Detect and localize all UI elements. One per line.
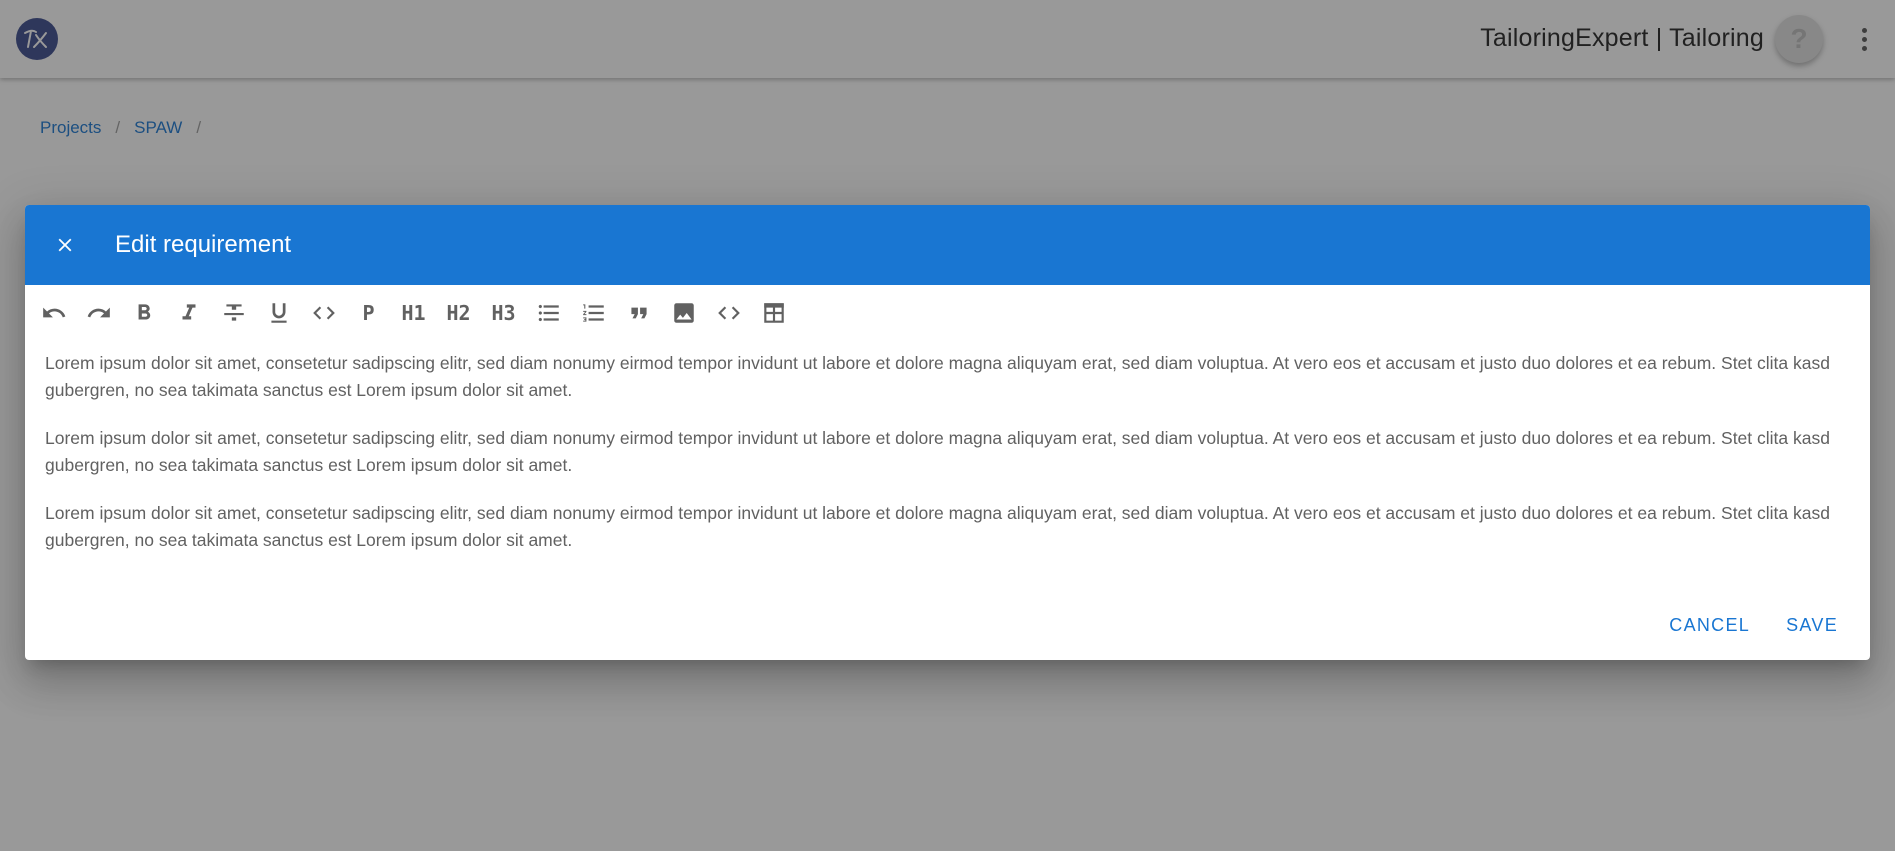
italic-button[interactable] bbox=[166, 293, 211, 333]
code-icon bbox=[312, 306, 335, 320]
bold-icon bbox=[138, 304, 150, 320]
requirement-editor[interactable]: Lorem ipsum dolor sit amet, consetetur s… bbox=[45, 350, 1845, 575]
heading3-button[interactable]: H3 bbox=[481, 293, 526, 333]
italic-icon bbox=[182, 304, 195, 320]
bold-button[interactable] bbox=[121, 293, 166, 333]
redo-button[interactable] bbox=[76, 293, 121, 333]
strikethrough-icon bbox=[223, 304, 244, 321]
code-block-icon bbox=[717, 306, 740, 320]
edit-requirement-dialog: Edit requirement P H1 H2 H3 Lorem ipsum … bbox=[25, 205, 1870, 660]
heading2-icon: H2 bbox=[446, 301, 471, 325]
save-button[interactable]: SAVE bbox=[1778, 609, 1846, 642]
paragraph-icon: P bbox=[362, 301, 375, 325]
strikethrough-button[interactable] bbox=[211, 293, 256, 333]
dialog-actions: CANCEL SAVE bbox=[1661, 609, 1846, 642]
heading2-button[interactable]: H2 bbox=[436, 293, 481, 333]
blockquote-button[interactable] bbox=[616, 293, 661, 333]
paragraph-button[interactable]: P bbox=[346, 293, 391, 333]
bullet-list-icon bbox=[538, 304, 559, 322]
undo-icon bbox=[42, 307, 65, 318]
inline-code-button[interactable] bbox=[301, 293, 346, 333]
underline-icon bbox=[270, 303, 287, 323]
editor-toolbar: P H1 H2 H3 bbox=[31, 293, 796, 333]
dialog-header: Edit requirement bbox=[25, 205, 1870, 285]
table-icon bbox=[763, 303, 784, 323]
table-button[interactable] bbox=[751, 293, 796, 333]
undo-button[interactable] bbox=[31, 293, 76, 333]
redo-icon bbox=[87, 307, 110, 318]
ordered-list-icon bbox=[582, 304, 604, 322]
cancel-button[interactable]: CANCEL bbox=[1661, 609, 1758, 642]
editor-paragraph[interactable]: Lorem ipsum dolor sit amet, consetetur s… bbox=[45, 425, 1845, 479]
ordered-list-button[interactable] bbox=[571, 293, 616, 333]
quote-icon bbox=[630, 307, 647, 319]
close-button[interactable] bbox=[47, 227, 83, 263]
bullet-list-button[interactable] bbox=[526, 293, 571, 333]
editor-paragraph[interactable]: Lorem ipsum dolor sit amet, consetetur s… bbox=[45, 350, 1845, 404]
heading1-icon: H1 bbox=[401, 301, 426, 325]
heading1-button[interactable]: H1 bbox=[391, 293, 436, 333]
close-icon bbox=[58, 238, 72, 252]
dialog-title: Edit requirement bbox=[115, 231, 292, 258]
underline-button[interactable] bbox=[256, 293, 301, 333]
image-icon bbox=[673, 303, 694, 323]
editor-paragraph[interactable]: Lorem ipsum dolor sit amet, consetetur s… bbox=[45, 500, 1845, 554]
heading3-icon: H3 bbox=[491, 301, 516, 325]
image-button[interactable] bbox=[661, 293, 706, 333]
code-block-button[interactable] bbox=[706, 293, 751, 333]
